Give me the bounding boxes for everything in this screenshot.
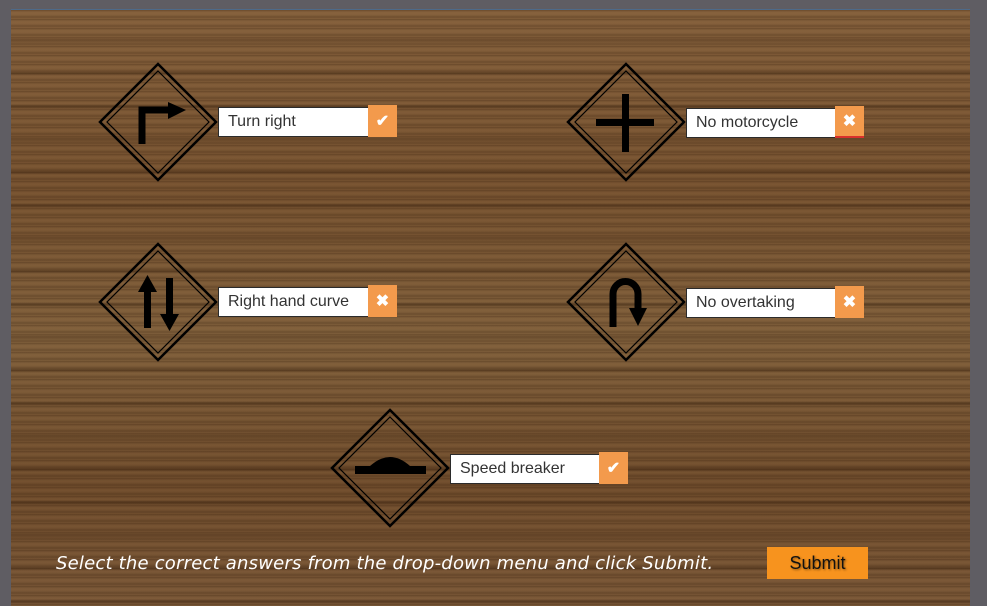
incorrect-x-icon: ✖	[835, 106, 864, 138]
answer-dropdown-4[interactable]: No overtaking ✖	[686, 286, 864, 318]
answer-dropdown-3[interactable]: Right hand curve ✖	[218, 285, 397, 317]
answer-value: Right hand curve	[228, 293, 349, 310]
answer-value: Speed breaker	[460, 460, 565, 477]
answer-dropdown-1[interactable]: Turn right ✔	[218, 105, 397, 137]
turn-right-sign-icon	[98, 62, 218, 182]
correct-check-icon: ✔	[599, 452, 628, 484]
crossroad-sign-icon	[566, 62, 686, 182]
answer-value: No motorcycle	[696, 114, 799, 131]
speed-breaker-sign-icon	[330, 408, 450, 528]
answer-value: Turn right	[228, 113, 296, 130]
incorrect-x-icon: ✖	[835, 286, 864, 318]
answer-dropdown-5[interactable]: Speed breaker ✔	[450, 452, 628, 484]
submit-button[interactable]: Submit	[767, 547, 868, 579]
u-turn-sign-icon	[566, 242, 686, 362]
answer-value: No overtaking	[696, 294, 795, 311]
correct-check-icon: ✔	[368, 105, 397, 137]
instruction-text: Select the correct answers from the drop…	[56, 553, 714, 574]
two-way-traffic-sign-icon	[98, 242, 218, 362]
answer-dropdown-2[interactable]: No motorcycle ✖	[686, 106, 864, 138]
incorrect-x-icon: ✖	[368, 285, 397, 317]
